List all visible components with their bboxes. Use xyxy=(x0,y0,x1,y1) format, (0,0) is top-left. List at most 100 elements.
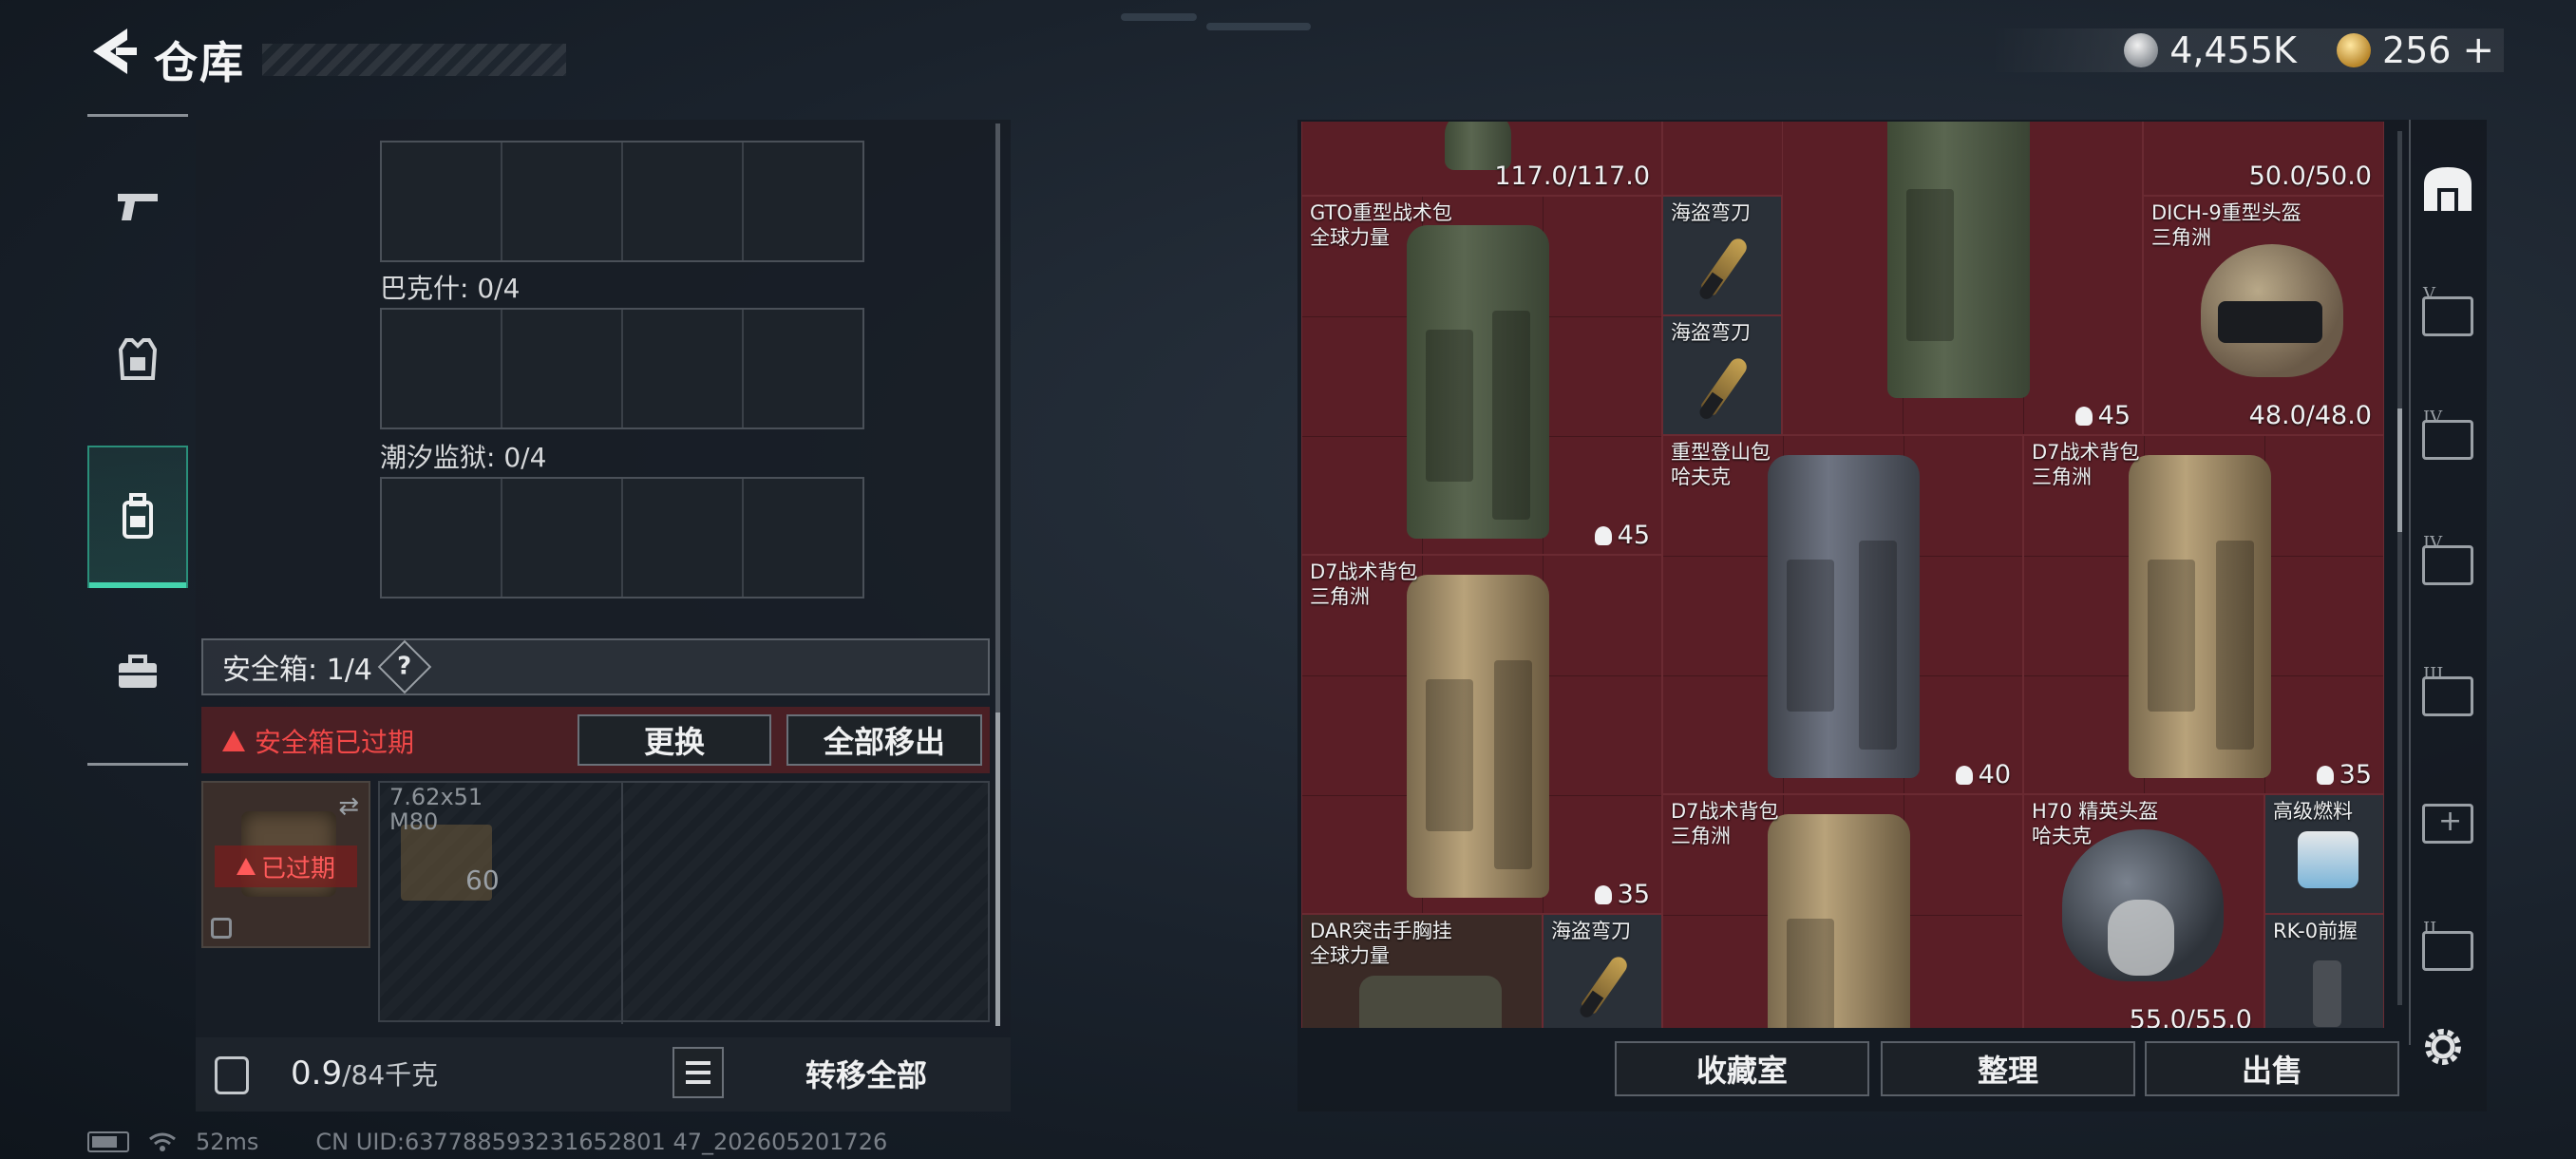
move-all-out-button[interactable]: 全部移出 xyxy=(786,714,982,766)
backpack-image xyxy=(1768,455,1920,778)
slot-row-bakesh xyxy=(380,308,864,429)
stash-page-3[interactable]: III xyxy=(2411,640,2485,752)
stash-item-dich-helmet[interactable]: DICH-9重型头盔 三角洲 48.0/48.0 xyxy=(2143,196,2384,435)
stash-item-dar-rig[interactable]: DAR突击手胸挂 全球力量 xyxy=(1301,914,1543,1028)
scrollbar-thumb[interactable] xyxy=(2397,408,2402,532)
item-capacity: 45 xyxy=(1594,521,1650,550)
gear-icon[interactable] xyxy=(2420,1024,2466,1070)
scrollbar-thumb[interactable] xyxy=(995,712,1000,1026)
safe-box-warning: 安全箱已过期 更换 全部移出 xyxy=(201,707,990,773)
vest-icon xyxy=(118,338,158,380)
item-name: 海盗弯刀 xyxy=(1671,201,1751,224)
stash-item-knife[interactable]: 海盗弯刀 xyxy=(1662,196,1782,315)
swap-icon: ⇄ xyxy=(338,792,359,821)
capacity-icon xyxy=(1594,884,1612,904)
battery-icon xyxy=(87,1131,129,1152)
gold-coin-icon xyxy=(2336,33,2371,67)
stash-item[interactable]: 117.0/117.0 xyxy=(1301,122,1662,196)
stash-page-2[interactable]: II xyxy=(2411,895,2485,1007)
knife-image xyxy=(1699,354,1751,417)
expired-text: 已过期 xyxy=(260,854,335,884)
empty-slot[interactable] xyxy=(382,142,502,260)
title-decoration xyxy=(262,44,566,76)
top-header: 仓库 4,455K 256 + xyxy=(0,0,2576,104)
safe-box-header: 安全箱: 1/4 ? xyxy=(201,638,990,695)
transfer-all-button[interactable]: 转移全部 xyxy=(737,1043,995,1104)
stash-item[interactable]: 50.0/50.0 xyxy=(2143,122,2384,196)
nav-toolbox[interactable] xyxy=(87,601,188,744)
empty-slot[interactable] xyxy=(623,142,744,260)
empty-slot[interactable] xyxy=(382,479,502,597)
empty-slot[interactable] xyxy=(744,142,862,260)
item-durability: 55.0/55.0 xyxy=(2129,1005,2252,1028)
empty-slot[interactable] xyxy=(623,310,744,428)
organize-button[interactable]: 整理 xyxy=(1881,1041,2135,1096)
stash-item-d7-backpack[interactable]: D7战术背包 三角洲 xyxy=(1662,794,2023,1028)
nav-weapon[interactable] xyxy=(87,136,188,278)
stash-item-d7-backpack[interactable]: D7战术背包 三角洲 35 xyxy=(2023,435,2384,794)
empty-slot[interactable] xyxy=(502,479,623,597)
item-durability: 117.0/117.0 xyxy=(1494,162,1650,191)
warning-text: 安全箱已过期 xyxy=(255,727,415,758)
empty-slot[interactable] xyxy=(502,142,623,260)
stash-tier-4a-icon: IV xyxy=(2422,408,2473,460)
stash-scrollbar[interactable] xyxy=(2397,131,2402,1005)
item-name: H70 精英头盔 哈夫克 xyxy=(2032,800,2159,847)
safe-box-container[interactable]: ⇄ 已过期 xyxy=(201,781,370,948)
stash-item-gto-backpack[interactable]: GTO重型战术包 全球力量 45 xyxy=(1301,196,1662,555)
stash-tier-3-icon: III xyxy=(2422,664,2473,716)
item-name: D7战术背包 三角洲 xyxy=(1671,800,1779,847)
grip-image xyxy=(2313,960,2341,1027)
warning-icon xyxy=(222,731,245,751)
stash-item-h70-helmet[interactable]: H70 精英头盔 哈夫克 55.0/55.0 xyxy=(2023,794,2264,1028)
ammo-item[interactable]: 7.62x51 M80 60 xyxy=(380,783,623,1024)
loadout-scrollbar[interactable] xyxy=(995,124,1000,1026)
stash-page-5[interactable]: V xyxy=(2411,260,2485,372)
ammo-type: M80 xyxy=(389,808,439,835)
chest-rig-image xyxy=(1359,976,1502,1028)
help-icon: ? xyxy=(397,653,412,681)
item-name: 高级燃料 xyxy=(2273,800,2353,823)
stash-item-climbing-pack[interactable]: 重型登山包 哈夫克 40 xyxy=(1662,435,2023,794)
stash-item-fuel[interactable]: 高级燃料 xyxy=(2264,794,2384,914)
stash-item-grip[interactable]: RK-0前握 xyxy=(2264,914,2384,1028)
stash-page-4b[interactable]: IV xyxy=(2411,509,2485,621)
stash-grid: 117.0/117.0 50.0/50.0 GTO重型战术包 全球力量 45 海盗… xyxy=(1301,122,2384,1028)
collection-room-button[interactable]: 收藏室 xyxy=(1615,1041,1869,1096)
backpack-image xyxy=(2129,455,2271,778)
item-name: DICH-9重型头盔 三角洲 xyxy=(2151,201,2301,249)
nav-backpack[interactable] xyxy=(87,446,188,588)
stash-page-4a[interactable]: IV xyxy=(2411,384,2485,496)
knife-image xyxy=(1580,953,1631,1016)
empty-slot[interactable] xyxy=(744,310,862,428)
safe-box-label: 安全箱: 1/4 xyxy=(222,654,372,687)
sell-button[interactable]: 出售 xyxy=(2145,1041,2399,1096)
help-button[interactable]: ? xyxy=(377,639,432,694)
stash-item-knife[interactable]: 海盗弯刀 xyxy=(1543,914,1662,1028)
ammo-caliber: 7.62x51 xyxy=(389,784,483,810)
nav-armor[interactable] xyxy=(87,288,188,430)
empty-slot[interactable] xyxy=(502,310,623,428)
slot-row-hidden xyxy=(380,141,864,262)
knife-image xyxy=(1699,235,1751,297)
add-currency-button[interactable]: + xyxy=(2462,28,2494,72)
item-name: D7战术背包 三角洲 xyxy=(1310,560,1418,608)
stash-item-d7-backpack[interactable]: D7战术背包 三角洲 35 xyxy=(1301,555,1662,914)
currency-display: 4,455K 256 + xyxy=(1991,28,2504,72)
stash-page-add[interactable]: + xyxy=(2411,768,2485,880)
stash-item-backpack[interactable]: 45 xyxy=(1782,122,2143,435)
stash-item-knife[interactable]: 海盗弯刀 xyxy=(1662,315,1782,435)
stash-page-home[interactable] xyxy=(2411,133,2485,245)
empty-slot[interactable] xyxy=(623,479,744,597)
left-category-nav xyxy=(87,114,188,766)
home-icon xyxy=(2424,167,2472,211)
replace-button[interactable]: 更换 xyxy=(578,714,771,766)
item-name: D7战术背包 三角洲 xyxy=(2032,441,2140,488)
empty-slot[interactable] xyxy=(382,310,502,428)
back-arrow-icon[interactable] xyxy=(87,25,141,78)
warning-message: 安全箱已过期 xyxy=(222,722,414,760)
empty-slot[interactable] xyxy=(744,479,862,597)
ammo-label: 7.62x51 M80 xyxy=(389,785,483,834)
ping-value: 52ms xyxy=(196,1129,259,1155)
list-view-button[interactable] xyxy=(672,1047,724,1098)
